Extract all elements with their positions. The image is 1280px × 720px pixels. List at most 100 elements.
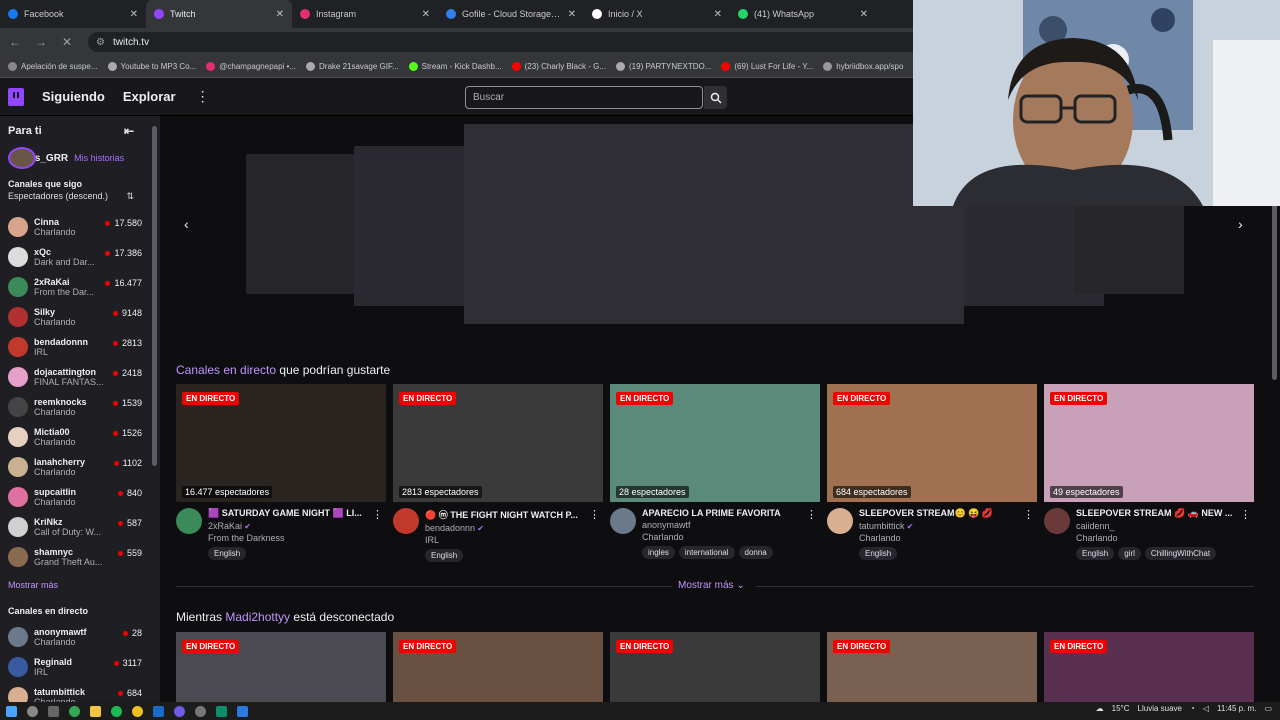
sidebar-channel[interactable]: Mictia00 Charlando 1526 xyxy=(0,422,160,452)
stream-card[interactable]: EN DIRECTO xyxy=(393,632,603,702)
wifi-icon[interactable]: ◔ xyxy=(1190,704,1195,713)
search-input[interactable]: Buscar xyxy=(465,86,703,109)
more-options-icon[interactable]: ⋮ xyxy=(1023,508,1034,543)
stream-title[interactable]: 🔴 ⓜ THE FIGHT NIGHT WATCH P... xyxy=(425,508,589,521)
forward-icon[interactable]: → xyxy=(30,35,52,49)
close-tab-icon[interactable]: ✕ xyxy=(276,9,284,20)
stream-card[interactable]: EN DIRECTO xyxy=(827,632,1037,702)
stream-category[interactable]: Charlando xyxy=(859,533,1023,543)
url-field[interactable]: ⚙ twitch.tv xyxy=(88,32,968,52)
stream-category[interactable]: IRL xyxy=(425,535,589,545)
notifications-icon[interactable]: ▭ xyxy=(1264,704,1272,713)
sidebar-channel[interactable]: lanahcherry Charlando 1102 xyxy=(0,452,160,482)
carousel-main-card[interactable] xyxy=(464,124,964,324)
stream-category[interactable]: Charlando xyxy=(1076,533,1240,543)
bookmark-item[interactable]: Youtube to MP3 Co... xyxy=(107,62,196,71)
more-options-icon[interactable]: ⋮ xyxy=(372,508,383,543)
stream-title[interactable]: SLEEPOVER STREAM 💋 🚗 NEW ... xyxy=(1076,508,1240,519)
sort-icon[interactable]: ⇅ xyxy=(126,191,134,202)
offline-channel-link[interactable]: Madi2hottyy xyxy=(225,610,290,624)
sidebar-channel[interactable]: Reginald IRL 3117 xyxy=(0,652,160,682)
stream-thumbnail[interactable]: EN DIRECTO 28 espectadores xyxy=(610,384,820,502)
app-icon[interactable] xyxy=(132,705,143,717)
stream-thumbnail[interactable]: EN DIRECTO 16.477 espectadores xyxy=(176,384,386,502)
stream-thumbnail[interactable]: EN DIRECTO xyxy=(1044,632,1254,702)
sidebar-channel[interactable]: supcaitlin Charlando 840 xyxy=(0,482,160,512)
stream-card[interactable]: EN DIRECTO 16.477 espectadores 🟪 SATURDAY … xyxy=(176,384,386,560)
chrome-icon[interactable] xyxy=(69,705,80,717)
twitch-logo-icon[interactable] xyxy=(8,87,24,106)
sidebar-channel[interactable]: xQc Dark and Dar... 17.386 xyxy=(0,242,160,272)
browser-tab[interactable]: Inicio / X ✕ xyxy=(584,0,730,28)
bookmark-item[interactable]: (19) PARTYNEXTDO... xyxy=(616,62,711,71)
bookmark-item[interactable]: Drake 21savage GIF... xyxy=(306,62,399,71)
streamer-avatar[interactable] xyxy=(1044,508,1070,534)
stream-thumbnail[interactable]: EN DIRECTO xyxy=(176,632,386,702)
settings-icon[interactable] xyxy=(195,705,206,717)
sidebar-channel[interactable]: reemknocks Charlando 1539 xyxy=(0,392,160,422)
task-view-icon[interactable] xyxy=(48,705,59,717)
streamer-avatar[interactable] xyxy=(176,508,202,534)
stream-thumbnail[interactable]: EN DIRECTO xyxy=(827,632,1037,702)
streamer-name[interactable]: 2xRaKai ✔ xyxy=(208,521,372,531)
sidebar-channel[interactable]: tatumbittick Charlando 684 xyxy=(0,682,160,702)
browser-tab[interactable]: Gofile - Cloud Storage Mad ✕ xyxy=(438,0,584,28)
sidebar-channel[interactable]: anonymawtf Charlando 28 xyxy=(0,622,160,652)
sidebar-channel[interactable]: 2xRaKai From the Dar... 16.477 xyxy=(0,272,160,302)
stream-card[interactable]: EN DIRECTO 2813 espectadores 🔴 ⓜ THE FIGHT… xyxy=(393,384,603,562)
stream-title[interactable]: SLEEPOVER STREAM😊 😝 💋 xyxy=(859,508,1023,519)
streamer-avatar[interactable] xyxy=(610,508,636,534)
sidebar-channel[interactable]: shamnyc Grand Theft Au... 559 xyxy=(0,542,160,572)
collapse-sidebar-icon[interactable]: ⇤ xyxy=(124,124,134,138)
app-icon[interactable] xyxy=(237,705,248,717)
stream-category[interactable]: From the Darkness xyxy=(208,533,372,543)
stream-tag[interactable]: international xyxy=(678,546,735,559)
streamer-name[interactable]: caiidenn_ xyxy=(1076,521,1240,531)
browse-link[interactable]: Explorar xyxy=(123,89,176,104)
close-tab-icon[interactable]: ✕ xyxy=(860,9,868,20)
carousel-prev-icon[interactable]: ‹ xyxy=(184,216,189,232)
show-more-link[interactable]: Mostrar más xyxy=(0,572,160,590)
browser-tab[interactable]: Twitch ✕ xyxy=(146,0,292,28)
bookmark-item[interactable]: (23) Charly Black - G... xyxy=(511,62,606,71)
more-menu-icon[interactable]: ⋮ xyxy=(196,88,210,105)
stream-thumbnail[interactable]: EN DIRECTO 684 espectadores xyxy=(827,384,1037,502)
stop-loading-icon[interactable]: ✕ xyxy=(56,35,78,49)
bookmark-item[interactable]: hybriidbox.app/spo xyxy=(823,62,903,71)
my-stories[interactable]: Jabes_GRR Mis historias xyxy=(0,138,160,169)
stream-card[interactable]: EN DIRECTO 684 espectadores SLEEPOVER STRE… xyxy=(827,384,1037,560)
sidebar-channel[interactable]: Silky Charlando 9148 xyxy=(0,302,160,332)
streamer-name[interactable]: tatumbittick ✔ xyxy=(859,521,1023,531)
sidebar-channel[interactable]: bendadonnn IRL 2813 xyxy=(0,332,160,362)
bookmark-item[interactable]: Stream - Kick Dashb... xyxy=(408,62,502,71)
obs-icon[interactable] xyxy=(174,705,185,717)
stream-category[interactable]: Charlando xyxy=(642,532,806,542)
streamer-avatar[interactable] xyxy=(827,508,853,534)
volume-icon[interactable]: ◁ xyxy=(1203,704,1209,713)
bookmark-item[interactable]: @champagnepapi •... xyxy=(206,62,296,71)
stream-tag[interactable]: donna xyxy=(738,546,773,559)
stream-card[interactable]: EN DIRECTO 49 espectadores SLEEPOVER STREA… xyxy=(1044,384,1254,560)
more-options-icon[interactable]: ⋮ xyxy=(589,508,600,545)
app-icon[interactable] xyxy=(216,705,227,717)
stream-tag[interactable]: English xyxy=(1076,547,1115,560)
close-tab-icon[interactable]: ✕ xyxy=(422,9,430,20)
stream-tag[interactable]: English xyxy=(859,547,898,560)
more-options-icon[interactable]: ⋮ xyxy=(1240,508,1251,543)
stream-tag[interactable]: ingles xyxy=(642,546,675,559)
sidebar-channel[interactable]: KriNkz Call of Duty: W... 587 xyxy=(0,512,160,542)
following-link[interactable]: Siguiendo xyxy=(42,89,105,104)
carousel-next-icon[interactable]: › xyxy=(1238,216,1243,232)
close-tab-icon[interactable]: ✕ xyxy=(130,9,138,20)
stream-title[interactable]: APARECIO LA PRIME FAVORITA xyxy=(642,508,806,518)
stream-thumbnail[interactable]: EN DIRECTO 2813 espectadores xyxy=(393,384,603,502)
stream-thumbnail[interactable]: EN DIRECTO 49 espectadores xyxy=(1044,384,1254,502)
close-tab-icon[interactable]: ✕ xyxy=(568,9,576,20)
steam-icon[interactable] xyxy=(153,705,164,717)
stream-title[interactable]: 🟪 SATURDAY GAME NIGHT 🟪 LI... xyxy=(208,508,372,519)
browser-tab[interactable]: Instagram ✕ xyxy=(292,0,438,28)
browser-tab[interactable]: (41) WhatsApp ✕ xyxy=(730,0,876,28)
browser-tab[interactable]: Facebook ✕ xyxy=(0,0,146,28)
stream-thumbnail[interactable]: EN DIRECTO xyxy=(610,632,820,702)
bookmark-item[interactable]: (69) Lust For Life - Y... xyxy=(721,62,813,71)
